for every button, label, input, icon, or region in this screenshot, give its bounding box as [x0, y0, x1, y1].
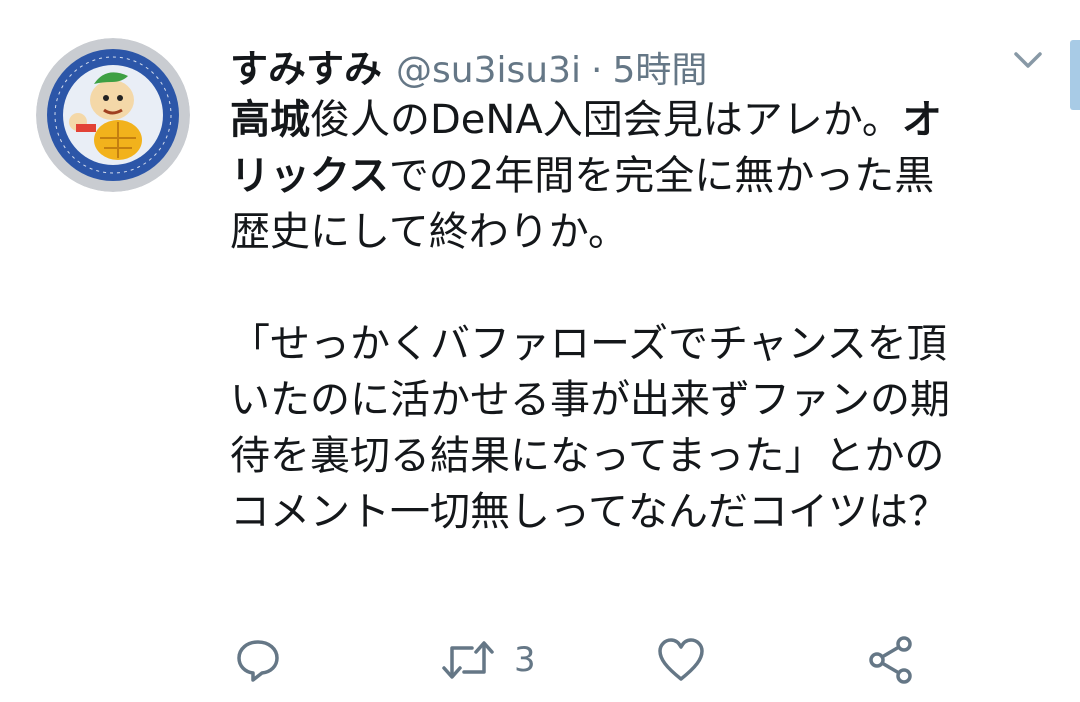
- display-name[interactable]: すみすみ: [230, 38, 382, 93]
- tweet-line: 高城俊人のDeNA入団会見はアレか。オ: [230, 92, 1040, 148]
- tweet-line: コメント一切無しってなんだコイツは？: [230, 489, 948, 535]
- like-button[interactable]: [656, 630, 706, 690]
- avatar[interactable]: [36, 38, 190, 192]
- bold-keyword: オ: [901, 97, 942, 143]
- chevron-down-icon[interactable]: [1008, 42, 1048, 76]
- share-icon: [869, 636, 912, 684]
- user-handle[interactable]: @su3isu3i: [396, 50, 581, 91]
- tweet-line: いたのに活かせる事が出来ずファンの期: [230, 377, 950, 423]
- tweet-text: 高城俊人のDeNA入団会見はアレか。オ リックスでの2年間を完全に無かった黒 歴…: [230, 92, 1040, 540]
- reply-button[interactable]: [234, 630, 282, 690]
- separator-dot: ·: [590, 50, 603, 91]
- tweet-line: 歴史にして終わりか。: [230, 209, 628, 255]
- tweet-actions: 3: [0, 630, 1080, 690]
- retweet-count: 3: [514, 640, 536, 680]
- tweet-line: 「せっかくバファローズでチャンスを頂: [230, 321, 947, 367]
- reply-icon: [237, 640, 279, 682]
- scroll-indicator: [1070, 40, 1080, 110]
- heart-icon: [658, 638, 704, 681]
- text-span: での2年間を完全に無かった黒: [388, 153, 935, 199]
- share-button[interactable]: [866, 630, 916, 690]
- tweet-header: すみすみ @su3isu3i · 5時間: [230, 38, 707, 91]
- timestamp[interactable]: 5時間: [612, 41, 707, 93]
- tweet-line: リックスでの2年間を完全に無かった黒: [230, 148, 1040, 204]
- text-span: 俊人のDeNA入団会見はアレか。: [310, 97, 902, 143]
- turtle-mascot-icon: [36, 38, 190, 192]
- retweet-icon: [442, 641, 494, 679]
- tweet-line: 待を裏切る結果になってまった」とかの: [230, 433, 945, 479]
- bold-keyword: 高城: [230, 97, 310, 143]
- bold-keyword: リックス: [230, 153, 389, 199]
- retweet-button[interactable]: 3: [438, 630, 536, 690]
- tweet[interactable]: すみすみ @su3isu3i · 5時間 高城俊人のDeNA入団会見はアレか。オ…: [0, 0, 1080, 702]
